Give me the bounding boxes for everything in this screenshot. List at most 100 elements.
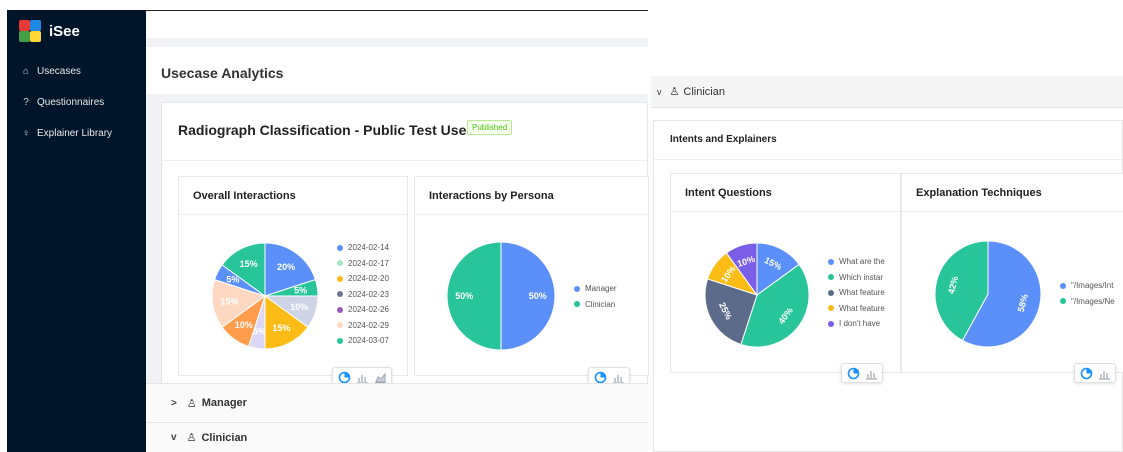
slice-label: 20% (277, 262, 295, 272)
brand[interactable]: iSee (7, 10, 146, 52)
status-badge: Published (467, 120, 513, 135)
clinician-section: v ♙ Clinician Intents and Explainers Int… (651, 76, 1123, 452)
bar-chart-icon[interactable] (611, 370, 625, 384)
area-chart-icon[interactable] (373, 370, 387, 384)
pie-chart-icon[interactable] (593, 370, 607, 384)
usecase-title: Radiograph Classification - Public Test … (178, 122, 504, 138)
user-icon: ♙ (186, 432, 197, 444)
chevron-down-icon: v (171, 432, 177, 443)
legend-label: 2024-03-07 (348, 336, 389, 346)
divider (162, 160, 647, 161)
legend-label: "/Images/Ne (1071, 296, 1115, 306)
legend-label: I don't have (839, 319, 881, 329)
legend-dot-icon (337, 244, 343, 251)
page-title: Usecase Analytics (161, 65, 284, 81)
panel-title: Interactions by Persona (415, 177, 648, 215)
legend-dot-icon (828, 305, 834, 312)
sidebar: iSee ⌂ Usecases ? Questionnaires ♀ Expla… (7, 10, 146, 452)
intent-questions-panel: Intent Questions 15% 40% 25% 10% 10% What ar… (670, 173, 901, 373)
legend-item[interactable]: What are the (828, 254, 885, 270)
legend-dot-icon (828, 274, 834, 281)
collapse-label: Clinician (201, 431, 248, 444)
legend-dot-icon (337, 260, 343, 267)
intents-explainers-card: Intents and Explainers Intent Questions … (653, 120, 1123, 452)
explanation-chart-toolbar (1074, 363, 1116, 383)
legend-label: 2024-02-17 (348, 258, 389, 268)
legend-item[interactable]: 2024-02-17 (337, 256, 389, 272)
legend-item[interactable]: 2024-02-20 (337, 271, 389, 287)
legend-item[interactable]: Manager (574, 281, 617, 297)
main-content: Usecase Analytics Radiograph Classificat… (146, 10, 649, 452)
legend-dot-icon (337, 291, 343, 298)
manager-collapse[interactable]: > ♙ Manager (146, 383, 648, 422)
legend-dot-icon (574, 301, 580, 308)
slice-label: 15% (240, 259, 258, 269)
panel-title: Explanation Techniques (902, 174, 1123, 212)
clinician-collapse[interactable]: v ♙ Clinician (146, 422, 648, 452)
legend-dot-icon (337, 337, 343, 344)
sidebar-item-usecases[interactable]: ⌂ Usecases (7, 56, 146, 87)
bar-chart-icon[interactable] (355, 370, 369, 384)
legend-item[interactable]: "/Images/Int (1060, 278, 1115, 294)
sidebar-item-label: Questionnaires (37, 97, 105, 108)
pie-chart-icon[interactable] (1079, 366, 1093, 380)
sidebar-item-explainer-library[interactable]: ♀ Explainer Library (7, 118, 146, 149)
home-icon: ⌂ (22, 66, 30, 77)
legend-dot-icon (574, 285, 580, 292)
bar-chart-icon[interactable] (1097, 366, 1111, 380)
legend-item[interactable]: 2024-03-07 (337, 333, 389, 349)
legend-dot-icon (1060, 298, 1066, 305)
legend-item[interactable]: "/Images/Ne (1060, 294, 1115, 310)
legend-label: What feature (839, 303, 885, 313)
collapse-label: Manager (201, 397, 247, 409)
slice-label: 50% (455, 291, 473, 301)
intent-chart-toolbar (841, 363, 883, 383)
pie-chart-icon[interactable] (846, 366, 860, 380)
legend-item[interactable]: What feature (828, 301, 885, 317)
sidebar-nav: ⌂ Usecases ? Questionnaires ♀ Explainer … (7, 56, 146, 149)
legend-label: 2024-02-20 (348, 274, 389, 284)
legend-item[interactable]: Which instar (828, 270, 885, 286)
legend-label: What are the (839, 257, 885, 267)
legend-item[interactable]: What feature (828, 285, 885, 301)
sidebar-item-label: Explainer Library (37, 128, 113, 139)
legend-label: Which instar (839, 272, 884, 282)
bar-chart-icon[interactable] (864, 366, 878, 380)
persona-legend: Manager Clinician (574, 281, 617, 312)
puzzle-logo-icon (19, 20, 41, 42)
legend-item[interactable]: 2024-02-29 (337, 318, 389, 334)
slice-label: 15% (272, 323, 290, 333)
sidebar-item-questionnaires[interactable]: ? Questionnaires (7, 87, 146, 118)
divider (654, 159, 1122, 160)
legend-item[interactable]: Clinician (574, 297, 617, 313)
legend-item[interactable]: 2024-02-14 (337, 240, 389, 256)
clinician-collapse-header[interactable]: v ♙ Clinician (651, 76, 1123, 108)
panel-title: Intent Questions (671, 174, 900, 212)
legend-item[interactable]: 2024-02-23 (337, 287, 389, 303)
legend-dot-icon (337, 275, 343, 282)
legend-item[interactable]: I don't have (828, 316, 885, 332)
screenshot-root: iSee ⌂ Usecases ? Questionnaires ♀ Expla… (0, 0, 1123, 452)
pie-chart-icon[interactable] (337, 370, 351, 384)
slice-label: 50% (529, 291, 547, 301)
intent-legend: What are the Which instar What feature What… (828, 254, 885, 332)
sidebar-item-label: Usecases (37, 66, 81, 77)
legend-item[interactable]: 2024-02-26 (337, 302, 389, 318)
slice-label: 10% (290, 302, 308, 312)
slice-label: 5% (294, 285, 307, 295)
legend-label: 2024-02-23 (348, 289, 389, 299)
legend-label: 2024-02-14 (348, 243, 389, 253)
top-bar (146, 10, 648, 38)
legend-dot-icon (1060, 282, 1066, 289)
slice-label: 15% (220, 297, 238, 307)
user-icon: ♙ (669, 86, 680, 98)
legend-label: Clinician (585, 299, 616, 309)
collapse-label: Clinician (683, 85, 725, 98)
legend-dot-icon (828, 289, 834, 296)
explanation-legend: "/Images/Int "/Images/Ne (1060, 278, 1115, 309)
legend-label: "/Images/Int (1071, 281, 1114, 291)
legend-label: 2024-02-29 (348, 320, 389, 330)
legend-dot-icon (828, 320, 834, 327)
legend-dot-icon (337, 322, 343, 329)
chevron-right-icon: > (171, 397, 177, 409)
